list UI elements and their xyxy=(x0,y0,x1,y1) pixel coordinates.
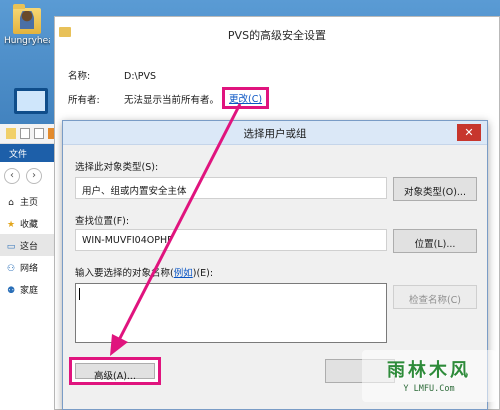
object-types-button[interactable]: 对象类型(O)... xyxy=(393,177,477,201)
close-icon[interactable]: ✕ xyxy=(457,124,481,141)
user-folder-icon xyxy=(13,4,41,34)
name-value: D:\PVS xyxy=(124,71,156,82)
home-icon: ⌂ xyxy=(8,198,14,208)
window-titlebar: PVS的高级安全设置 xyxy=(55,17,499,49)
nav-item-home[interactable]: ⌂ 主页 xyxy=(0,190,61,212)
folder-icon[interactable] xyxy=(6,128,16,139)
homegroup-icon: ⚉ xyxy=(6,286,16,296)
location-field: WIN-MUVFI04OPHF xyxy=(75,229,387,251)
nav-item-network[interactable]: ⚇ 网络 xyxy=(0,256,61,278)
back-arrow-icon[interactable]: ‹ xyxy=(4,168,20,184)
object-names-label-prefix: 输入要选择的对象名称( xyxy=(75,268,174,279)
explorer-quick-access-toolbar xyxy=(0,124,61,144)
owner-label: 所有者: xyxy=(68,95,100,106)
nav-item-homegroup[interactable]: ⚉ 家庭 xyxy=(0,278,61,300)
nav-item-favorites[interactable]: ★ 收藏 xyxy=(0,212,61,234)
dialog-titlebar: 选择用户或组 ✕ xyxy=(63,121,487,145)
user-folder-label: Hungryhea xyxy=(4,36,50,46)
nav-item-label: 主页 xyxy=(20,198,39,208)
pc-icon: ▭ xyxy=(6,242,16,252)
nav-item-this-pc[interactable]: ▭ 这台 xyxy=(0,234,61,256)
nav-item-label: 收藏 xyxy=(20,220,39,230)
advanced-button-highlight: 高级(A)... xyxy=(69,357,161,385)
watermark-sub-text: Y LMFU.Com xyxy=(403,384,455,394)
locations-button[interactable]: 位置(L)... xyxy=(393,229,477,253)
owner-value: 无法显示当前所有者。 xyxy=(124,95,220,106)
file-explorer-window: 文件 ‹ › ⌂ 主页 ★ 收藏 ▭ 这台 ⚇ 网络 ⚉ 家庭 xyxy=(0,124,62,410)
owner-row: 所有者: 无法显示当前所有者。 xyxy=(68,92,219,106)
name-row: 名称: D:\PVS xyxy=(68,68,156,82)
window-title: PVS的高级安全设置 xyxy=(227,29,327,42)
folder-icon xyxy=(59,27,71,37)
forward-arrow-icon[interactable]: › xyxy=(26,168,42,184)
dialog-title: 选择用户或组 xyxy=(243,128,307,140)
name-label: 名称: xyxy=(68,71,91,82)
location-label: 查找位置(F): xyxy=(75,216,130,227)
new-folder-icon[interactable] xyxy=(34,128,44,139)
object-names-label: 输入要选择的对象名称(例如)(E): xyxy=(75,265,213,279)
star-icon: ★ xyxy=(6,220,16,230)
change-owner-link[interactable]: 更改(C) xyxy=(222,87,270,109)
object-names-label-suffix: )(E): xyxy=(192,268,214,279)
user-folder-desktop-icon[interactable]: Hungryhea xyxy=(4,4,50,46)
object-names-input[interactable] xyxy=(75,283,387,343)
nav-item-label: 这台 xyxy=(20,242,39,252)
examples-link[interactable]: 例如 xyxy=(174,268,193,279)
nav-item-label: 家庭 xyxy=(20,286,39,296)
watermark-logo: 雨林木风 Y LMFU.Com xyxy=(362,350,496,402)
computer-desktop-icon[interactable] xyxy=(14,88,48,114)
file-menu-tab[interactable]: 文件 xyxy=(0,144,61,162)
explorer-navigation-bar: ‹ › xyxy=(0,162,61,190)
network-icon: ⚇ xyxy=(6,264,16,274)
properties-icon[interactable] xyxy=(20,128,30,139)
nav-item-label: 网络 xyxy=(20,264,39,274)
object-type-label: 选择此对象类型(S): xyxy=(75,162,159,173)
watermark-main-text: 雨林木风 xyxy=(387,360,471,381)
check-names-button[interactable]: 检查名称(C) xyxy=(393,285,477,309)
object-type-field: 用户、组或内置安全主体 xyxy=(75,177,387,199)
advanced-button[interactable]: 高级(A)... xyxy=(75,363,155,382)
